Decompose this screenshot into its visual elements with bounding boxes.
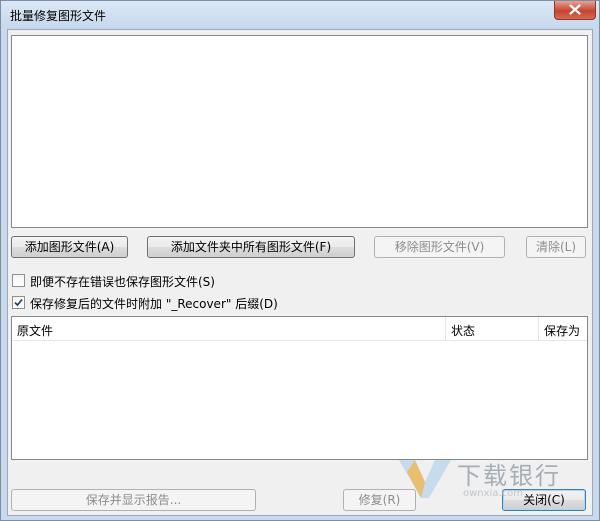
save-even-without-errors-option[interactable]: 即便不存在错误也保存图形文件(S) bbox=[12, 273, 432, 289]
dialog-body: 添加图形文件(A) 添加文件夹中所有图形文件(F) 移除图形文件(V) 清除(L… bbox=[7, 29, 593, 516]
checkmark-icon bbox=[14, 298, 23, 307]
window-close-button[interactable] bbox=[554, 1, 596, 20]
add-folder-files-button[interactable]: 添加文件夹中所有图形文件(F) bbox=[147, 236, 355, 258]
batch-repair-dialog: 批量修复图形文件 添加图形文件(A) 添加文件夹中所有图形文件(F) 移除图形文… bbox=[0, 0, 600, 521]
column-header-save-as[interactable]: 保存为 bbox=[544, 322, 580, 339]
append-recover-suffix-label: 保存修复后的文件时附加 "_Recover" 后缀(D) bbox=[30, 297, 278, 311]
v-logo-icon bbox=[399, 460, 451, 498]
append-recover-suffix-option[interactable]: 保存修复后的文件时附加 "_Recover" 后缀(D) bbox=[12, 295, 432, 311]
results-table-header: 原文件 状态 保存为 bbox=[12, 317, 587, 341]
clear-button[interactable]: 清除(L) bbox=[526, 236, 586, 258]
watermark-subtext: ownxia.com bbox=[463, 488, 523, 499]
column-divider[interactable] bbox=[445, 317, 446, 340]
column-divider[interactable] bbox=[538, 317, 539, 340]
column-header-status[interactable]: 状态 bbox=[451, 322, 475, 339]
drawing-file-list[interactable] bbox=[11, 35, 588, 228]
append-recover-suffix-checkbox[interactable] bbox=[12, 296, 25, 309]
add-drawing-files-button[interactable]: 添加图形文件(A) bbox=[11, 236, 128, 258]
results-table: 原文件 状态 保存为 bbox=[11, 316, 588, 460]
watermark-text: 下载银行 bbox=[457, 462, 561, 490]
window-title: 批量修复图形文件 bbox=[10, 9, 107, 23]
watermark: 下载银行 ownxia.com bbox=[397, 454, 587, 504]
save-even-without-errors-checkbox[interactable] bbox=[12, 274, 25, 287]
remove-drawing-files-button[interactable]: 移除图形文件(V) bbox=[374, 236, 505, 258]
close-icon bbox=[569, 4, 581, 15]
title-bar: 批量修复图形文件 bbox=[1, 1, 599, 29]
save-and-show-report-button[interactable]: 保存并显示报告... bbox=[11, 489, 256, 511]
save-even-without-errors-label: 即便不存在错误也保存图形文件(S) bbox=[30, 275, 215, 289]
column-header-original-file[interactable]: 原文件 bbox=[17, 322, 53, 339]
